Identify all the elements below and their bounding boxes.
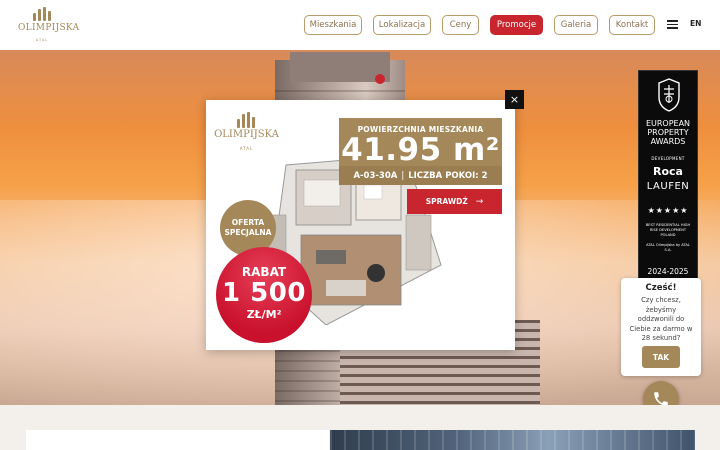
award-development: DEVELOPMENT	[651, 156, 685, 161]
logo-subtitle: ATAL	[35, 38, 49, 42]
nav-galeria[interactable]: Galeria	[554, 15, 598, 35]
nav-kontakt[interactable]: Kontakt	[609, 15, 655, 35]
separator: |	[401, 170, 405, 181]
award-line-1: EUROPEAN	[645, 119, 691, 128]
discount-amount: 1 500	[222, 278, 306, 308]
site-header: OLIMPIJSKA ATAL Mieszkania Lokalizacja C…	[0, 0, 720, 50]
modal-logo-icon	[237, 112, 257, 128]
content-card	[26, 430, 329, 450]
discount-badge: RABAT 1 500 ZŁ/M²	[216, 247, 312, 343]
rooms-value: 2	[481, 170, 488, 181]
check-button-label: SPRAWDŹ	[425, 197, 468, 206]
award-category: BEST RESIDENTIAL HIGH RISE DEVELOPMENT P…	[645, 223, 691, 237]
promo-modal: OLIMPIJSKA ATAL POWIERZCHNIA MIESZKANIA …	[206, 100, 515, 350]
hamburger-icon[interactable]	[667, 20, 678, 29]
chat-yes-button[interactable]: TAK	[642, 346, 680, 368]
modal-logo-subtitle: ATAL	[239, 146, 254, 151]
sponsor-roca: Roca	[653, 165, 683, 178]
building-sign-icon	[375, 74, 385, 84]
chat-message: Czy chcesz, żebyśmy oddzwonili do Ciebie…	[629, 296, 693, 342]
chat-title: Cześć!	[645, 283, 677, 293]
rooms-label: LICZBA POKOI:	[408, 170, 479, 181]
callback-chat-bubble: Cześć! Czy chcesz, żebyśmy oddzwonili do…	[621, 278, 701, 376]
award-badge[interactable]: EUROPEAN PROPERTY AWARDS DEVELOPMENT Roc…	[638, 70, 698, 280]
unit-info-row: A-03-30A | LICZBA POKOI: 2	[339, 166, 502, 185]
language-switch[interactable]: EN	[690, 19, 701, 28]
unit-code: A-03-30A	[353, 170, 398, 181]
award-line-3: AWARDS	[650, 137, 686, 146]
discount-unit: ZŁ/M²	[246, 308, 282, 321]
nav-mieszkania[interactable]: Mieszkania	[304, 15, 362, 35]
award-year: 2024-2025	[647, 267, 689, 276]
discount-title: RABAT	[241, 265, 287, 279]
nav-ceny[interactable]: Ceny	[442, 15, 479, 35]
award-stars: ★★★★★	[647, 206, 689, 215]
brand-logo[interactable]: OLIMPIJSKA ATAL	[18, 7, 80, 45]
logo-name: OLIMPIJSKA	[18, 23, 80, 33]
award-line-2: PROPERTY	[647, 128, 689, 137]
sponsor-laufen: LAUFEN	[646, 181, 690, 192]
crest-icon	[658, 78, 680, 112]
nav-promocje[interactable]: Promocje	[490, 15, 543, 35]
area-value: 41.95 m²	[341, 132, 500, 168]
arrow-right-icon: →	[475, 196, 484, 207]
logo-bars-icon	[33, 7, 51, 21]
check-button[interactable]: SPRAWDŹ →	[407, 189, 502, 214]
modal-close-button[interactable]: ×	[505, 90, 524, 109]
nav-lokalizacja[interactable]: Lokalizacja	[373, 15, 431, 35]
modal-logo-name: OLIMPIJSKA	[214, 129, 279, 140]
award-winner: ATAL Olimpijska by ATAL S.A.	[646, 243, 690, 252]
